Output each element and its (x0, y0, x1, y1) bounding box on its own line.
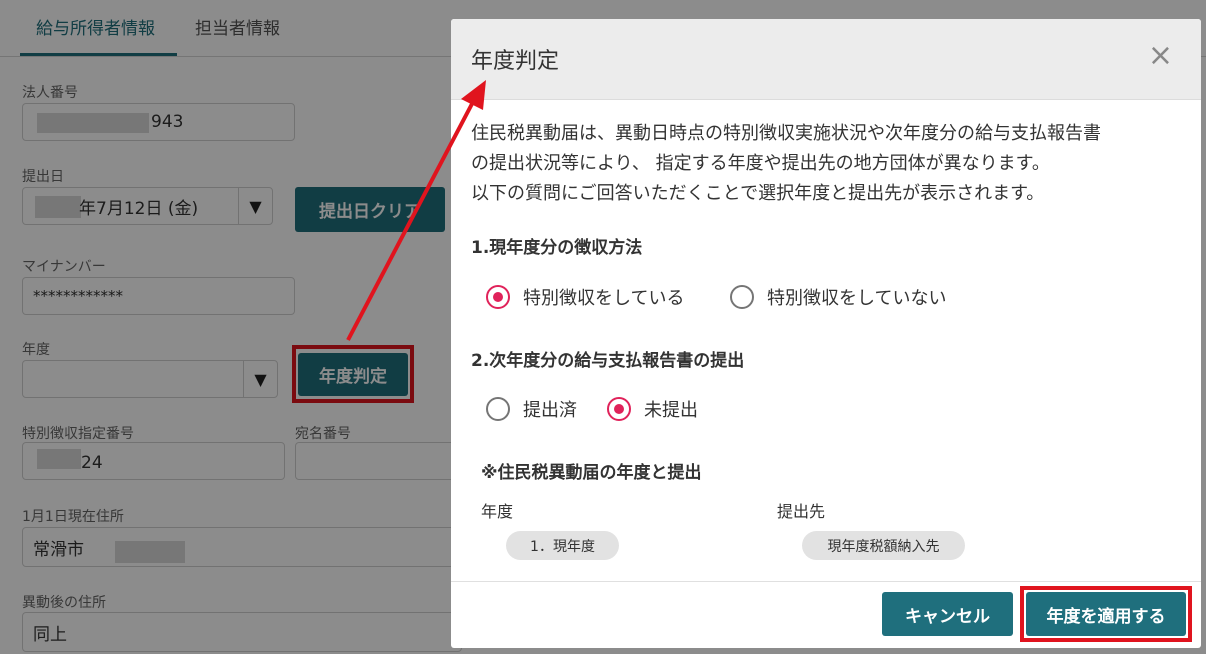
year-judge-dialog: 年度判定 × 住民税異動届は、異動日時点の特別徴収実施状況や次年度分の給与支払報… (451, 19, 1201, 648)
result-title: ※住民税異動届の年度と提出 (481, 463, 702, 483)
radio-submitted[interactable]: 提出済 (486, 396, 577, 422)
radio-unchecked-icon (730, 285, 754, 309)
dialog-title: 年度判定 (471, 49, 560, 74)
footer-divider (451, 581, 1201, 582)
radio-label: 特別徴収をしていない (767, 288, 947, 309)
description-line: 以下の質問にご回答いただくことで選択年度と提出先が表示されます。 (471, 183, 1045, 204)
question-2-title: 2.次年度分の給与支払報告書の提出 (471, 351, 745, 371)
description-line: の提出状況等により、 指定する年度や提出先の地方団体が異なります。 (471, 153, 1050, 174)
radio-checked-icon (607, 397, 631, 421)
result-destination-chip: 現年度税額納入先 (802, 531, 965, 560)
radio-label: 提出済 (523, 400, 577, 421)
highlight-apply-button (1020, 586, 1192, 642)
radio-not-submitted[interactable]: 未提出 (607, 396, 698, 422)
radio-special-collection-yes[interactable]: 特別徴収をしている (486, 284, 684, 310)
cancel-button[interactable]: キャンセル (882, 592, 1013, 636)
dialog-header: 年度判定 × (451, 19, 1201, 100)
radio-checked-icon (486, 285, 510, 309)
question-1-title: 1.現年度分の徴収方法 (471, 238, 643, 258)
close-icon[interactable]: × (1148, 41, 1173, 71)
dialog-description: 住民税異動届は、異動日時点の特別徴収実施状況や次年度分の給与支払報告書 の提出状… (471, 119, 1186, 209)
radio-label: 特別徴収をしている (523, 288, 685, 309)
result-year-label: 年度 (481, 502, 514, 521)
radio-unchecked-icon (486, 397, 510, 421)
result-year-chip: 1．現年度 (506, 531, 619, 560)
description-line: 住民税異動届は、異動日時点の特別徴収実施状況や次年度分の給与支払報告書 (471, 123, 1101, 144)
radio-special-collection-no[interactable]: 特別徴収をしていない (730, 284, 946, 310)
radio-label: 未提出 (644, 400, 698, 421)
result-destination-label: 提出先 (777, 502, 826, 521)
